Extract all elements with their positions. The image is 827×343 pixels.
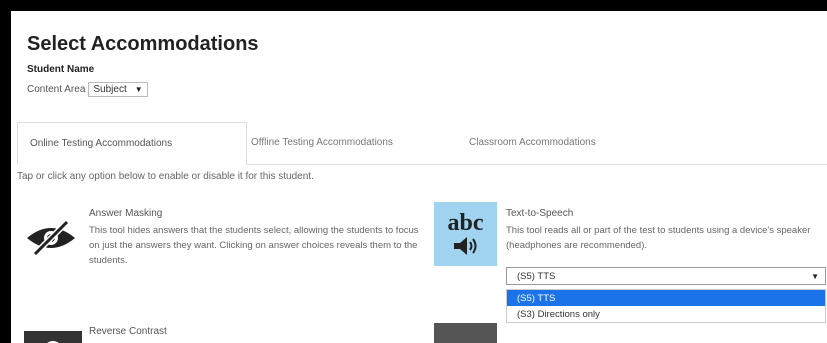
- caret-down-icon: ▼: [811, 271, 819, 281]
- tts-selected-value: (S5) TTS: [517, 270, 556, 282]
- content-area-value: Subject: [93, 84, 127, 95]
- reverse-contrast-title[interactable]: Reverse Contrast: [89, 326, 167, 337]
- tab-online-testing[interactable]: Online Testing Accommodations: [17, 122, 247, 165]
- eye-slash-icon[interactable]: [17, 210, 85, 266]
- content-area-select[interactable]: Subject ▼: [88, 82, 148, 97]
- speaker-icon: [453, 237, 476, 255]
- accommodation-tabs: Online Testing Accommodations Offline Te…: [17, 122, 827, 165]
- contrast-icon[interactable]: [24, 331, 82, 343]
- answer-masking-description: This tool hides answers that the student…: [89, 225, 419, 266]
- tab-offline-testing[interactable]: Offline Testing Accommodations: [239, 122, 405, 163]
- tts-option[interactable]: (S5) TTS: [507, 290, 825, 306]
- text-to-speech-icon[interactable]: abc: [434, 202, 497, 266]
- answer-masking-title[interactable]: Answer Masking: [89, 208, 162, 219]
- page-frame: Select Accommodations Student Name Conte…: [11, 11, 827, 343]
- tts-option[interactable]: (S3) Directions only: [507, 306, 825, 322]
- abc-glyph: abc: [447, 210, 484, 236]
- instruction-text: Tap or click any option below to enable …: [17, 171, 314, 182]
- accommodation-icon[interactable]: [434, 323, 497, 343]
- caret-down-icon: ▼: [134, 85, 143, 94]
- text-to-speech-title[interactable]: Text-to-Speech: [506, 208, 573, 219]
- tab-classroom[interactable]: Classroom Accommodations: [457, 122, 608, 163]
- content-area-row: Content Area Subject ▼: [27, 82, 148, 97]
- text-to-speech-description: This tool reads all or part of the test …: [506, 225, 811, 251]
- tts-options-list: (S5) TTS (S3) Directions only: [506, 289, 826, 323]
- tts-select[interactable]: (S5) TTS ▼: [506, 267, 826, 285]
- page-title: Select Accommodations: [27, 33, 259, 55]
- content-area-label: Content Area: [27, 84, 86, 95]
- student-name: Student Name: [27, 64, 95, 75]
